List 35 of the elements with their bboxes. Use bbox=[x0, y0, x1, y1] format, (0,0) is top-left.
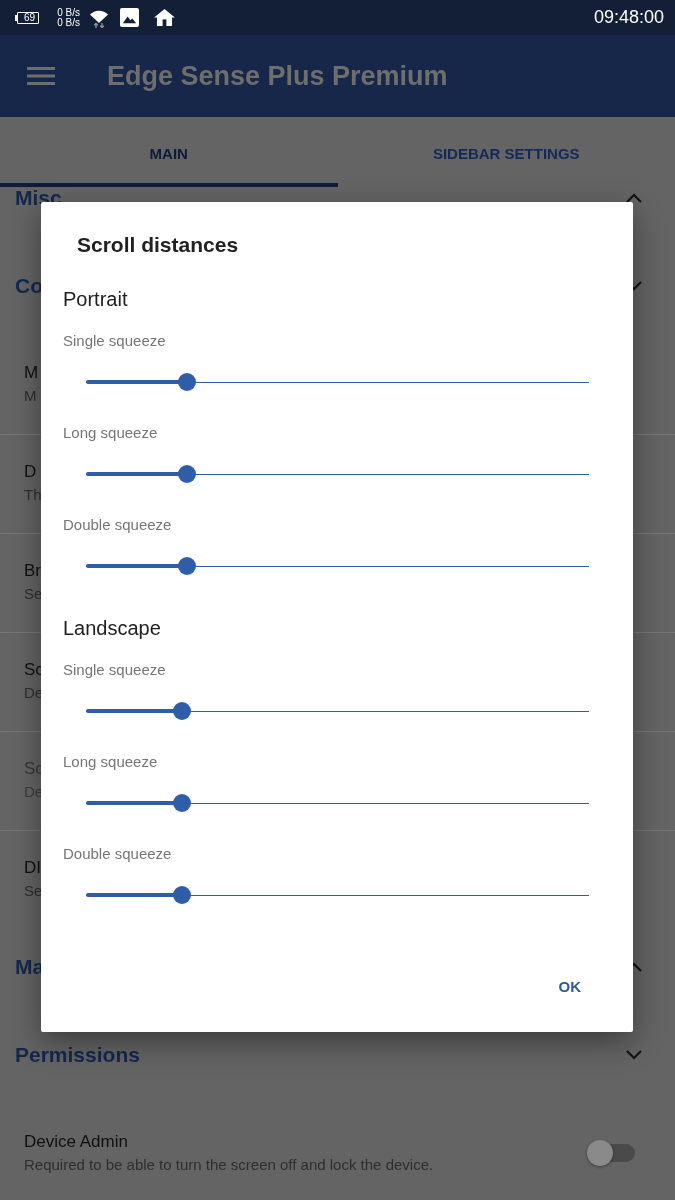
setting-title[interactable]: Device Admin bbox=[24, 1130, 128, 1154]
menu-icon[interactable] bbox=[27, 67, 55, 85]
dialog-title: Scroll distances bbox=[77, 232, 240, 258]
slider-label: Long squeeze bbox=[63, 423, 159, 443]
slider-label: Double squeeze bbox=[63, 515, 173, 535]
setting-title[interactable]: D bbox=[24, 460, 37, 484]
image-icon bbox=[119, 8, 139, 27]
slider-label: Double squeeze bbox=[63, 844, 173, 864]
home-icon bbox=[153, 9, 175, 26]
section-heading: Landscape bbox=[63, 616, 162, 641]
section-heading: Portrait bbox=[63, 287, 129, 312]
toggle-switch[interactable] bbox=[587, 1139, 637, 1167]
slider-label: Long squeeze bbox=[63, 752, 159, 772]
dialog-button[interactable]: OK bbox=[542, 969, 597, 1005]
setting-title[interactable]: Br bbox=[24, 559, 41, 583]
tab[interactable]: SIDEBAR SETTINGS bbox=[337, 117, 675, 187]
setting-title[interactable]: M bbox=[24, 361, 39, 385]
clock-time: 09:48:00 bbox=[593, 7, 664, 28]
slider-thumb[interactable] bbox=[172, 702, 191, 720]
slider-label: Single squeeze bbox=[63, 331, 167, 351]
category-header[interactable]: Co bbox=[15, 275, 43, 297]
slider-thumb[interactable] bbox=[172, 886, 191, 904]
tab[interactable]: MAIN bbox=[0, 117, 338, 187]
slider-thumb[interactable] bbox=[172, 794, 191, 812]
network-speed: 0 B/s bbox=[57, 17, 80, 28]
slider-thumb[interactable] bbox=[177, 557, 196, 575]
slider-thumb[interactable] bbox=[177, 465, 196, 483]
battery-indicator: 69 bbox=[15, 11, 40, 24]
category-header[interactable]: Permissions bbox=[15, 1044, 140, 1066]
network-speed: 0 B/s bbox=[57, 7, 80, 18]
chevron-up-icon[interactable] bbox=[626, 193, 642, 203]
setting-title[interactable]: DI bbox=[24, 856, 41, 880]
slider-label: Single squeeze bbox=[63, 660, 167, 680]
app-title: Edge Sense Plus Premium bbox=[107, 60, 448, 92]
slider-thumb[interactable] bbox=[177, 373, 196, 391]
